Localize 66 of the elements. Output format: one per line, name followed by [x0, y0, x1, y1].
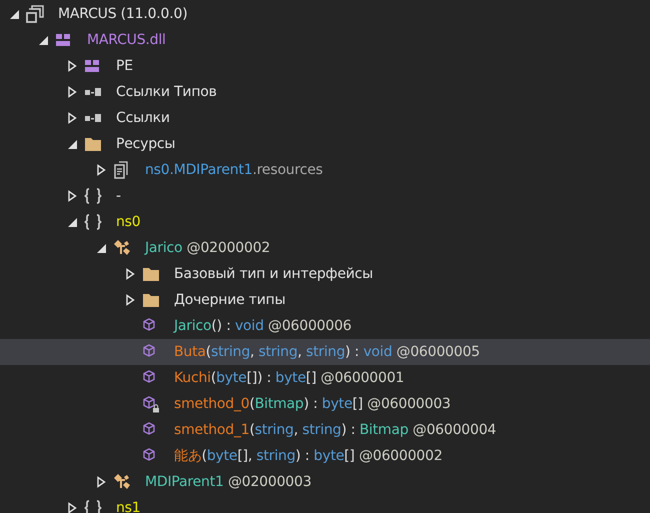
- tree-item[interactable]: Базовый тип и интерфейсы: [0, 261, 650, 287]
- expand-toggle[interactable]: [95, 164, 107, 176]
- node-label: Jarico @02000002: [145, 240, 270, 256]
- tree-item[interactable]: PE: [0, 53, 650, 79]
- expand-toggle[interactable]: [124, 294, 136, 306]
- module-icon: [84, 57, 102, 75]
- braces-icon: [84, 187, 102, 205]
- assembly-icon: [26, 5, 44, 23]
- tree-item[interactable]: Jarico @02000002: [0, 235, 650, 261]
- tree-item[interactable]: smethod_0(Bitmap) : byte[] @06000003: [0, 391, 650, 417]
- folder-icon: [84, 135, 102, 153]
- node-label: Базовый тип и интерфейсы: [174, 266, 373, 282]
- expand-toggle[interactable]: [66, 216, 78, 228]
- expand-toggle[interactable]: [37, 34, 49, 46]
- expand-toggle[interactable]: [8, 8, 20, 20]
- tree-item[interactable]: ns0: [0, 209, 650, 235]
- expand-toggle[interactable]: [66, 112, 78, 124]
- tree-item[interactable]: 能あ(byte[], string) : byte[] @06000002: [0, 443, 650, 469]
- locked-cube-icon: [142, 395, 160, 413]
- expand-toggle[interactable]: [95, 476, 107, 488]
- node-label: ns0: [116, 214, 140, 230]
- braces-icon: [84, 499, 102, 513]
- node-label: Ресурсы: [116, 136, 176, 152]
- tree-item[interactable]: Ссылки: [0, 105, 650, 131]
- expand-toggle[interactable]: [66, 190, 78, 202]
- node-label: ns1: [116, 500, 140, 513]
- folder-icon: [142, 265, 160, 283]
- tree-item[interactable]: Ссылки Типов: [0, 79, 650, 105]
- class-icon: [113, 239, 131, 257]
- tree-item[interactable]: MARCUS (11.0.0.0): [0, 1, 650, 27]
- node-label: MARCUS.dll: [87, 32, 166, 48]
- expand-toggle[interactable]: [66, 138, 78, 150]
- tree-item[interactable]: Jarico() : void @06000006: [0, 313, 650, 339]
- node-label: Kuchi(byte[]) : byte[] @06000001: [174, 370, 404, 386]
- node-label: smethod_1(string, string) : Bitmap @06000004: [174, 422, 496, 438]
- tree-item[interactable]: MDIParent1 @02000003: [0, 469, 650, 495]
- folder-icon: [142, 291, 160, 309]
- node-label: Ссылки Типов: [116, 84, 217, 100]
- node-label: Jarico() : void @06000006: [174, 318, 352, 334]
- expand-toggle[interactable]: [66, 60, 78, 72]
- tree-item[interactable]: MARCUS.dll: [0, 27, 650, 53]
- tree-item[interactable]: Buta(string, string, string) : void @06000005: [0, 339, 650, 365]
- expand-toggle[interactable]: [124, 268, 136, 280]
- expand-toggle[interactable]: [66, 502, 78, 513]
- tree-item[interactable]: Kuchi(byte[]) : byte[] @06000001: [0, 365, 650, 391]
- node-label: MDIParent1 @02000003: [145, 474, 312, 490]
- expand-toggle[interactable]: [66, 86, 78, 98]
- tree-item[interactable]: Ресурсы: [0, 131, 650, 157]
- module-icon: [55, 31, 73, 49]
- node-label: PE: [116, 58, 133, 74]
- tree-item[interactable]: Дочерние типы: [0, 287, 650, 313]
- tree-item[interactable]: -: [0, 183, 650, 209]
- expand-toggle[interactable]: [95, 242, 107, 254]
- node-label: 能あ(byte[], string) : byte[] @06000002: [174, 447, 442, 465]
- node-label: smethod_0(Bitmap) : byte[] @06000003: [174, 396, 451, 412]
- class-icon: [113, 473, 131, 491]
- node-label: Дочерние типы: [174, 292, 286, 308]
- node-label: -: [116, 188, 121, 204]
- tree-item[interactable]: ns0.MDIParent1.resources: [0, 157, 650, 183]
- node-label: ns0.MDIParent1.resources: [145, 162, 323, 178]
- tree-item[interactable]: smethod_1(string, string) : Bitmap @06000004: [0, 417, 650, 443]
- node-label: MARCUS (11.0.0.0): [58, 6, 188, 22]
- node-label: Buta(string, string, string) : void @06000005: [174, 344, 480, 360]
- braces-icon: [84, 213, 102, 231]
- tree-item[interactable]: ns1: [0, 495, 650, 513]
- node-label: Ссылки: [116, 110, 170, 126]
